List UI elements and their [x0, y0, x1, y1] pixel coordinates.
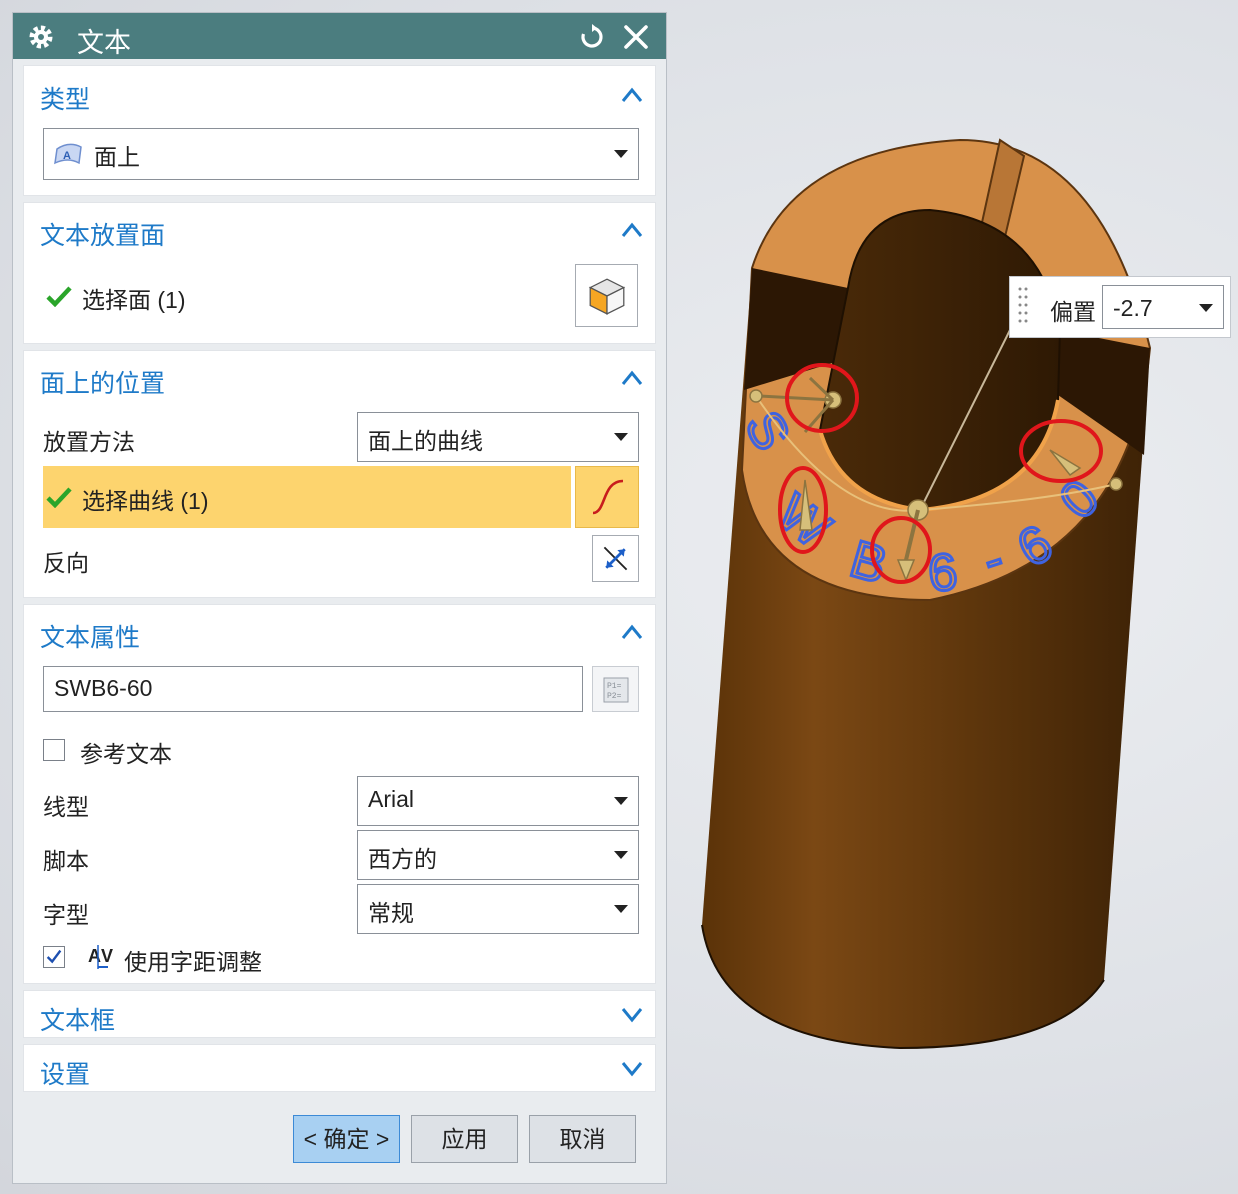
chevron-down-icon	[614, 433, 628, 441]
placement-method-dropdown[interactable]: 面上的曲线	[357, 412, 639, 462]
text-frame-section-title: 文本框	[40, 1007, 116, 1035]
chevron-up-icon[interactable]	[619, 367, 645, 389]
close-icon[interactable]	[622, 23, 650, 51]
select-face-label[interactable]: 选择面 (1)	[82, 281, 186, 315]
svg-text:A: A	[63, 150, 71, 162]
chevron-down-icon	[614, 150, 628, 158]
graphics-viewport[interactable]: S W B 6 - 6 0	[668, 0, 1238, 1194]
offset-label: 偏置	[1050, 299, 1096, 325]
script-dropdown[interactable]: 西方的	[357, 830, 639, 880]
style-value: 常规	[368, 900, 414, 926]
expression-list-icon: P1= P2=	[603, 677, 629, 703]
select-curve-button[interactable]	[575, 466, 639, 528]
font-dropdown[interactable]: Arial	[357, 776, 639, 826]
chevron-down-icon[interactable]	[619, 1058, 645, 1080]
select-curve-label[interactable]: 选择曲线 (1)	[82, 482, 209, 516]
face-position-section: 面上的位置 放置方法 面上的曲线 选择曲线 (1) 反向	[23, 350, 656, 598]
text-input-value: SWB6-60	[54, 675, 153, 701]
reset-icon[interactable]	[578, 23, 606, 51]
curve-icon	[592, 479, 624, 515]
dialog-title: 文本	[77, 28, 131, 58]
chevron-up-icon[interactable]	[619, 219, 645, 241]
chevron-down-icon	[614, 905, 628, 913]
settings-section[interactable]: 设置	[23, 1044, 656, 1092]
reverse-direction-icon	[603, 546, 628, 571]
text-on-face-icon: A	[54, 143, 82, 165]
select-face-button[interactable]	[575, 264, 638, 327]
offset-value: -2.7	[1113, 295, 1153, 321]
style-dropdown[interactable]: 常规	[357, 884, 639, 934]
chevron-down-icon[interactable]	[619, 1004, 645, 1026]
drag-grip-icon[interactable]	[1016, 283, 1030, 331]
ok-button[interactable]: < 确定 >	[293, 1115, 400, 1163]
type-dropdown[interactable]: A 面上	[43, 128, 639, 180]
text-properties-section-title: 文本属性	[40, 624, 141, 652]
kerning-checkbox[interactable]	[43, 946, 65, 968]
face-position-section-title: 面上的位置	[40, 370, 166, 398]
type-section-title: 类型	[40, 86, 91, 114]
placement-method-label: 放置方法	[43, 429, 135, 455]
reverse-button[interactable]	[592, 535, 639, 582]
type-section: 类型 A 面上	[23, 65, 656, 196]
cancel-button[interactable]: 取消	[529, 1115, 636, 1163]
text-dialog: 文本 类型 A 面上 文本放置面 选择面 (1) 面上的位置 放置方法 面上的曲…	[12, 12, 667, 1184]
script-value: 西方的	[368, 846, 437, 872]
settings-section-title: 设置	[40, 1061, 91, 1089]
font-label: 线型	[43, 794, 89, 820]
style-label: 字型	[43, 902, 89, 928]
checkmark-icon	[46, 487, 72, 508]
svg-text:V: V	[101, 946, 113, 966]
text-frame-section[interactable]: 文本框	[23, 990, 656, 1038]
placement-face-section: 文本放置面 选择面 (1)	[23, 202, 656, 344]
reverse-label: 反向	[43, 550, 89, 576]
text-expression-button[interactable]: P1= P2=	[592, 666, 639, 712]
reference-text-label: 参考文本	[80, 741, 172, 767]
svg-text:P2=: P2=	[607, 692, 622, 701]
chevron-down-icon[interactable]	[1199, 304, 1213, 312]
text-input[interactable]: SWB6-60	[43, 666, 583, 712]
font-value: Arial	[368, 786, 415, 812]
kerning-label: 使用字距调整	[124, 949, 262, 975]
chevron-down-icon	[614, 797, 628, 805]
gear-icon[interactable]	[27, 23, 55, 51]
chevron-up-icon[interactable]	[619, 621, 645, 643]
kerning-icon: A V	[88, 945, 113, 969]
checkmark-icon	[46, 949, 62, 964]
placement-method-value: 面上的曲线	[368, 428, 483, 454]
cube-icon	[588, 278, 626, 315]
offset-popup: 偏置 -2.7	[1009, 276, 1231, 338]
svg-text:A: A	[88, 946, 101, 966]
type-value: 面上	[94, 144, 140, 170]
reference-text-checkbox[interactable]	[43, 739, 65, 761]
script-label: 脚本	[43, 848, 89, 874]
apply-button[interactable]: 应用	[411, 1115, 518, 1163]
offset-input[interactable]: -2.7	[1102, 285, 1224, 329]
text-properties-section: 文本属性 SWB6-60 P1= P2= 参考文本 线型 Arial 脚本 西方…	[23, 604, 656, 984]
checkmark-icon	[46, 286, 72, 307]
chevron-down-icon	[614, 851, 628, 859]
title-bar: 文本	[13, 13, 666, 59]
placement-face-section-title: 文本放置面	[40, 222, 166, 250]
svg-text:P1=: P1=	[607, 682, 622, 691]
chevron-up-icon[interactable]	[619, 84, 645, 106]
